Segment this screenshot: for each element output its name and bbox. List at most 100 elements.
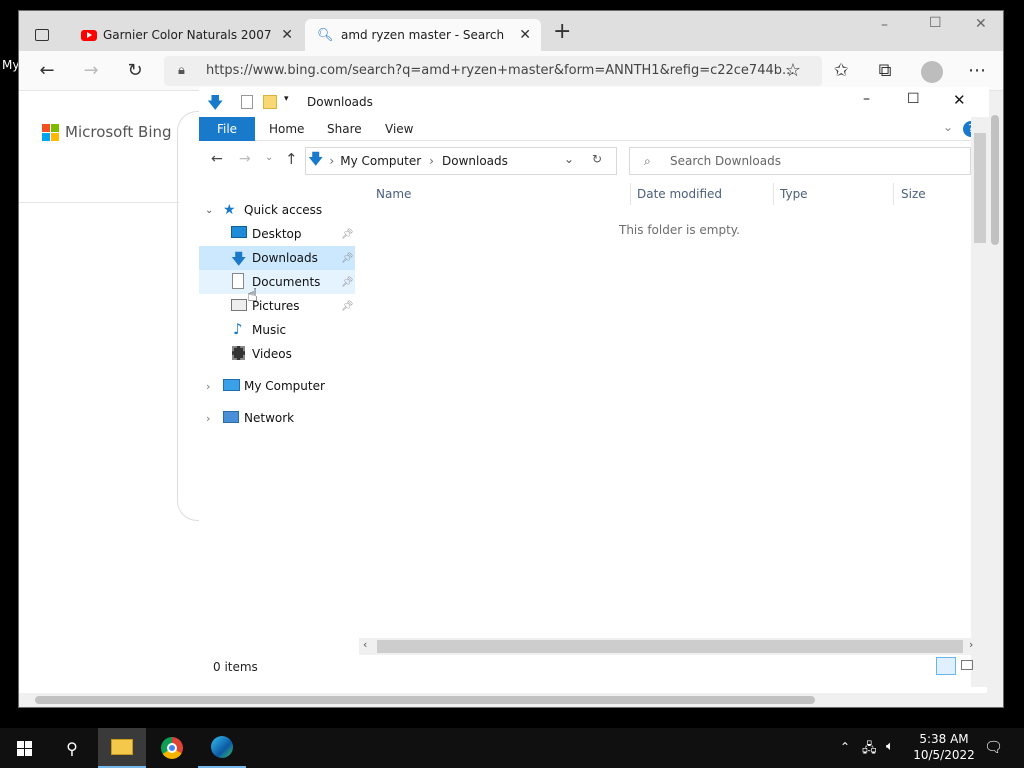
clock[interactable]: 5:38 AM 10/5/2022 — [912, 731, 976, 763]
sidebar-item-music[interactable]: ♪ Music — [199, 318, 355, 342]
volume-icon[interactable]: 🔈︎ — [886, 739, 894, 754]
more-icon[interactable]: ⋯ — [965, 61, 989, 81]
notifications-icon[interactable]: 🗨︎ — [984, 738, 1003, 756]
expand-ribbon-icon[interactable]: ⌄ — [943, 120, 953, 134]
tab-bing-search[interactable]: 🔍︎ amd ryzen master - Search ✕ — [305, 19, 541, 51]
maximize-button[interactable]: ☐ — [929, 15, 942, 31]
youtube-icon — [81, 29, 97, 41]
refresh-icon[interactable]: ↻ — [592, 152, 602, 166]
close-window-button[interactable]: ✕ — [975, 16, 987, 32]
search-input[interactable]: ⌕ Search Downloads — [629, 147, 971, 175]
documents-icon — [232, 273, 244, 289]
edge-icon — [211, 736, 233, 758]
sidebar-item-label: Videos — [252, 347, 292, 361]
sidebar-item-network[interactable]: › Network — [199, 406, 355, 430]
url-text: https://www.bing.com/search?q=amd+ryzen+… — [206, 63, 795, 78]
tab-home[interactable]: Home — [259, 117, 314, 141]
sidebar-item-label: Documents — [252, 275, 321, 289]
properties-icon[interactable] — [241, 95, 253, 109]
profile-avatar[interactable] — [921, 61, 943, 83]
pictures-icon — [231, 299, 247, 311]
new-folder-icon[interactable] — [263, 95, 277, 109]
scroll-left-icon[interactable]: ‹ — [363, 638, 367, 651]
chevron-right-icon[interactable]: › — [206, 380, 210, 393]
explorer-titlebar: 🡇 ▾ Downloads – ☐ ✕ — [199, 87, 989, 117]
scroll-right-icon[interactable]: › — [969, 638, 973, 651]
browser-vertical-scrollbar[interactable] — [987, 91, 1003, 695]
address-bar[interactable]: 🔒︎ https://www.bing.com/search?q=amd+ryz… — [164, 56, 822, 86]
sidebar-item-desktop[interactable]: Desktop 📌︎ — [199, 222, 355, 246]
add-favorite-icon[interactable]: ☆ — [781, 61, 805, 81]
search-button[interactable]: ⚲ — [48, 728, 96, 768]
chevron-down-icon[interactable]: ⌄ — [205, 205, 213, 216]
tab-view[interactable]: View — [375, 117, 423, 141]
minimize-button[interactable]: – — [881, 17, 888, 33]
show-hidden-icons-icon[interactable]: ⌃ — [840, 740, 850, 754]
refresh-button[interactable]: ↻ — [123, 61, 147, 81]
folder-icon — [111, 739, 133, 755]
taskbar: ⚲ ⌃ 🖧︎ 🔈︎ 5:38 AM 10/5/2022 🗨︎ — [0, 728, 1024, 768]
chevron-right-icon[interactable]: › — [206, 412, 210, 425]
tab-title: amd ryzen master - Search — [341, 28, 505, 42]
network-status-icon[interactable]: 🖧︎ — [862, 739, 877, 761]
desktop-icon — [231, 226, 247, 238]
details-view-icon[interactable] — [936, 657, 956, 675]
sidebar-item-my-computer[interactable]: › My Computer — [199, 374, 355, 398]
sidebar-item-label: My Computer — [244, 379, 325, 393]
column-header-name[interactable]: Name — [376, 187, 411, 201]
forward-button[interactable]: → — [239, 151, 251, 167]
maximize-button[interactable]: ☐ — [907, 91, 920, 107]
file-explorer-taskbar-button[interactable] — [98, 728, 146, 768]
breadcrumb-my-computer[interactable]: My Computer — [340, 154, 421, 168]
pin-icon: 📌︎ — [341, 300, 354, 312]
column-separator — [893, 183, 894, 205]
search-icon: 🔍︎ — [317, 27, 334, 43]
downloads-icon: 🡇 — [207, 93, 224, 112]
chrome-icon — [161, 737, 183, 759]
large-icons-view-icon[interactable] — [961, 660, 973, 670]
close-tab-icon[interactable]: ✕ — [281, 27, 293, 43]
tab-actions-icon[interactable] — [35, 29, 49, 41]
chrome-taskbar-button[interactable] — [148, 728, 196, 768]
breadcrumb-downloads[interactable]: Downloads — [442, 154, 508, 168]
close-window-button[interactable]: ✕ — [953, 91, 966, 109]
back-button[interactable]: ← — [211, 151, 223, 167]
column-header-size[interactable]: Size — [901, 187, 926, 201]
column-header-date-modified[interactable]: Date modified — [637, 187, 722, 201]
column-header-type[interactable]: Type — [780, 187, 808, 201]
recent-locations-dropdown[interactable]: ⌄ — [265, 152, 273, 163]
browser-horizontal-scrollbar[interactable] — [19, 693, 1003, 707]
minimize-button[interactable]: – — [863, 91, 870, 107]
collections-icon[interactable]: ⧉ — [873, 61, 897, 81]
explorer-horizontal-scrollbar[interactable]: ‹ › — [359, 638, 981, 655]
tab-share[interactable]: Share — [317, 117, 372, 141]
edge-taskbar-button[interactable] — [198, 728, 246, 768]
lock-icon: 🔒︎ — [178, 63, 185, 78]
sidebar-item-quick-access[interactable]: ⌄ ★ Quick access — [199, 198, 355, 222]
tab-file[interactable]: File — [199, 117, 255, 141]
explorer-vertical-scrollbar[interactable] — [971, 117, 989, 687]
videos-icon — [232, 346, 245, 360]
favorites-icon[interactable]: ✩ — [829, 61, 853, 81]
sidebar-item-downloads[interactable]: 🡇 Downloads 📌︎ — [199, 246, 355, 270]
quick-access-toolbar-dropdown[interactable]: ▾ — [284, 94, 289, 104]
breadcrumb-separator: › — [329, 154, 335, 168]
forward-button[interactable]: → — [79, 61, 103, 81]
sidebar-item-documents[interactable]: Documents 📌︎ — [199, 270, 355, 294]
address-dropdown-icon[interactable]: ⌄ — [564, 152, 574, 166]
start-button[interactable] — [0, 728, 48, 768]
network-icon — [223, 411, 239, 423]
sidebar-item-videos[interactable]: Videos — [199, 342, 355, 366]
up-button[interactable]: ↑ — [285, 150, 298, 168]
tab-title: Garnier Color Naturals 2007 - Yo — [103, 28, 273, 42]
bing-logo[interactable]: Microsoft Bing — [42, 123, 172, 141]
search-placeholder: Search Downloads — [670, 154, 781, 168]
sidebar-item-pictures[interactable]: Pictures 📌︎ — [199, 294, 355, 318]
close-tab-icon[interactable]: ✕ — [519, 27, 531, 43]
address-breadcrumb[interactable]: 🡇 › My Computer › Downloads ⌄ ↻ — [305, 147, 617, 175]
tab-youtube[interactable]: Garnier Color Naturals 2007 - Yo ✕ — [71, 19, 303, 51]
new-tab-button[interactable]: + — [553, 19, 571, 44]
back-button[interactable]: ← — [35, 61, 59, 81]
downloads-icon: 🡇 — [308, 149, 324, 168]
file-explorer-window: 🡇 ▾ Downloads – ☐ ✕ File Home Share View… — [199, 87, 989, 687]
